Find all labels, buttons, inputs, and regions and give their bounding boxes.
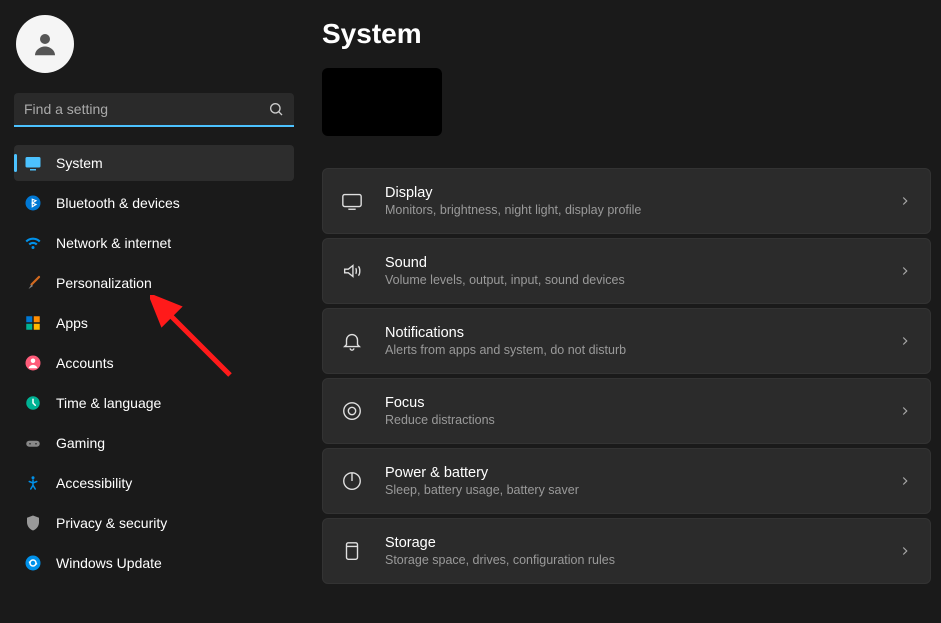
search-input[interactable]: [14, 93, 294, 127]
shield-icon: [24, 514, 42, 532]
sidebar-item-label: Gaming: [56, 435, 105, 451]
nav-list: System Bluetooth & devices Network & int…: [14, 145, 294, 581]
sidebar-item-label: System: [56, 155, 103, 171]
card-text: Focus Reduce distractions: [385, 395, 898, 427]
bluetooth-icon: [24, 194, 42, 212]
storage-icon: [341, 540, 363, 562]
sidebar-item-bluetooth[interactable]: Bluetooth & devices: [14, 185, 294, 221]
main-content: System Display Monitors, brightness, nig…: [308, 0, 941, 623]
card-title: Storage: [385, 535, 898, 551]
device-preview[interactable]: [322, 68, 442, 136]
power-icon: [341, 470, 363, 492]
card-text: Display Monitors, brightness, night ligh…: [385, 185, 898, 217]
sidebar-item-label: Network & internet: [56, 235, 171, 251]
card-text: Notifications Alerts from apps and syste…: [385, 325, 898, 357]
sound-icon: [341, 260, 363, 282]
card-storage[interactable]: Storage Storage space, drives, configura…: [322, 518, 931, 584]
sidebar-item-system[interactable]: System: [14, 145, 294, 181]
sidebar-item-privacy[interactable]: Privacy & security: [14, 505, 294, 541]
card-notifications[interactable]: Notifications Alerts from apps and syste…: [322, 308, 931, 374]
card-subtitle: Monitors, brightness, night light, displ…: [385, 203, 898, 217]
sidebar-item-label: Accessibility: [56, 475, 132, 491]
focus-icon: [341, 400, 363, 422]
search-icon: [268, 101, 284, 117]
gamepad-icon: [24, 434, 42, 452]
sidebar-item-update[interactable]: Windows Update: [14, 545, 294, 581]
paintbrush-icon: [24, 274, 42, 292]
sidebar-item-accounts[interactable]: Accounts: [14, 345, 294, 381]
card-subtitle: Volume levels, output, input, sound devi…: [385, 273, 898, 287]
card-focus[interactable]: Focus Reduce distractions: [322, 378, 931, 444]
person-circle-icon: [24, 354, 42, 372]
chevron-right-icon: [898, 334, 912, 348]
sidebar-item-label: Personalization: [56, 275, 152, 291]
page-title: System: [322, 18, 931, 50]
chevron-right-icon: [898, 544, 912, 558]
card-title: Power & battery: [385, 465, 898, 481]
sidebar-item-time-language[interactable]: Time & language: [14, 385, 294, 421]
chevron-right-icon: [898, 404, 912, 418]
person-icon: [30, 29, 60, 59]
card-text: Power & battery Sleep, battery usage, ba…: [385, 465, 898, 497]
card-text: Sound Volume levels, output, input, soun…: [385, 255, 898, 287]
card-display[interactable]: Display Monitors, brightness, night ligh…: [322, 168, 931, 234]
sidebar-item-label: Apps: [56, 315, 88, 331]
chevron-right-icon: [898, 474, 912, 488]
clock-icon: [24, 394, 42, 412]
card-title: Focus: [385, 395, 898, 411]
user-account-row[interactable]: [14, 15, 294, 73]
sidebar-item-personalization[interactable]: Personalization: [14, 265, 294, 301]
card-title: Display: [385, 185, 898, 201]
sidebar-item-gaming[interactable]: Gaming: [14, 425, 294, 461]
card-subtitle: Storage space, drives, configuration rul…: [385, 553, 898, 567]
wifi-icon: [24, 234, 42, 252]
card-power[interactable]: Power & battery Sleep, battery usage, ba…: [322, 448, 931, 514]
sidebar-item-label: Time & language: [56, 395, 161, 411]
search-wrap: [14, 93, 294, 127]
card-sound[interactable]: Sound Volume levels, output, input, soun…: [322, 238, 931, 304]
avatar: [16, 15, 74, 73]
sidebar-item-apps[interactable]: Apps: [14, 305, 294, 341]
accessibility-icon: [24, 474, 42, 492]
card-title: Sound: [385, 255, 898, 271]
card-subtitle: Alerts from apps and system, do not dist…: [385, 343, 898, 357]
chevron-right-icon: [898, 194, 912, 208]
monitor-icon: [341, 190, 363, 212]
card-title: Notifications: [385, 325, 898, 341]
sidebar-item-accessibility[interactable]: Accessibility: [14, 465, 294, 501]
sidebar: System Bluetooth & devices Network & int…: [0, 0, 308, 623]
chevron-right-icon: [898, 264, 912, 278]
sidebar-item-label: Accounts: [56, 355, 114, 371]
sidebar-item-label: Bluetooth & devices: [56, 195, 180, 211]
apps-icon: [24, 314, 42, 332]
sidebar-item-label: Windows Update: [56, 555, 162, 571]
display-icon: [24, 154, 42, 172]
sidebar-item-network[interactable]: Network & internet: [14, 225, 294, 261]
sidebar-item-label: Privacy & security: [56, 515, 167, 531]
card-subtitle: Sleep, battery usage, battery saver: [385, 483, 898, 497]
update-icon: [24, 554, 42, 572]
card-subtitle: Reduce distractions: [385, 413, 898, 427]
bell-icon: [341, 330, 363, 352]
settings-cards: Display Monitors, brightness, night ligh…: [322, 168, 931, 584]
card-text: Storage Storage space, drives, configura…: [385, 535, 898, 567]
